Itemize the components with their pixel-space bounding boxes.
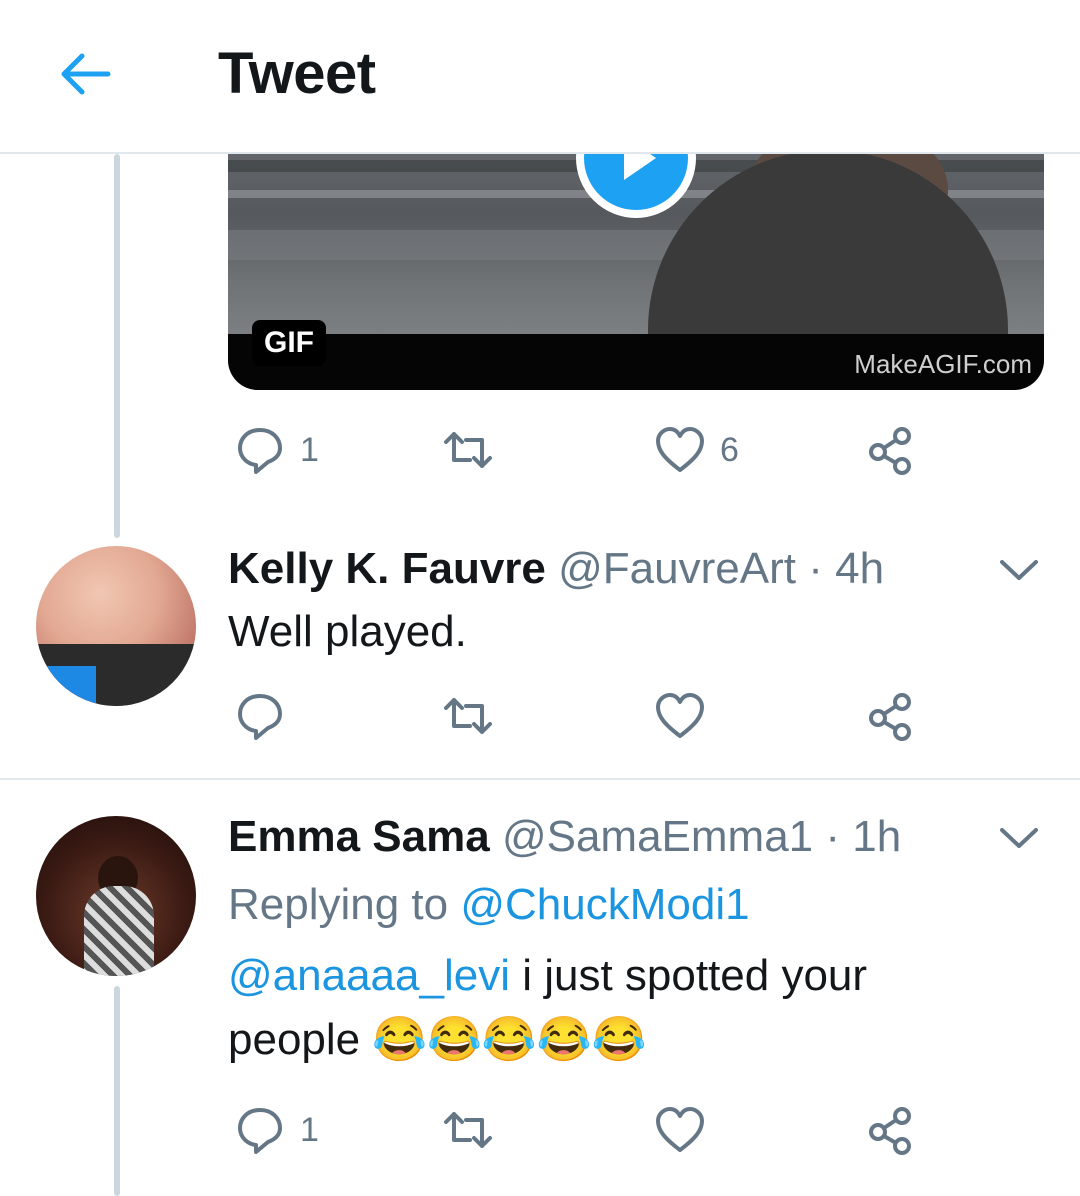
gif-watermark: MakeAGIF.com bbox=[854, 349, 1032, 379]
heart-icon bbox=[656, 693, 704, 738]
avatar[interactable] bbox=[36, 816, 196, 976]
retweet-button[interactable] bbox=[442, 1104, 494, 1156]
tweet-actions-1: 1 6 bbox=[228, 424, 948, 484]
tweet-text: @anaaaa_levi i just spotted your people … bbox=[228, 951, 868, 1064]
retweet-icon bbox=[444, 1112, 492, 1148]
reply-icon bbox=[238, 428, 282, 474]
display-name[interactable]: Emma Sama bbox=[228, 812, 490, 861]
username[interactable]: @FauvreArt bbox=[558, 544, 796, 593]
reply-count: 1 bbox=[300, 430, 319, 469]
reply-icon bbox=[238, 1108, 282, 1154]
like-button[interactable] bbox=[654, 690, 706, 742]
heart-icon bbox=[656, 427, 704, 472]
like-count: 6 bbox=[720, 430, 739, 469]
emoji-text: 😂😂😂😂😂 bbox=[372, 1015, 647, 1064]
replying-to-link[interactable]: @ChuckModi1 bbox=[460, 880, 749, 929]
timestamp[interactable]: 4h bbox=[835, 544, 884, 593]
retweet-button[interactable] bbox=[442, 424, 494, 476]
like-button[interactable]: 6 bbox=[654, 424, 739, 476]
mention-link[interactable]: @anaaaa_levi bbox=[228, 951, 510, 1000]
tweet-actions-2 bbox=[228, 690, 948, 750]
replying-to: Replying to @ChuckModi1 bbox=[228, 880, 750, 929]
retweet-button[interactable] bbox=[442, 690, 494, 742]
display-name[interactable]: Kelly K. Fauvre bbox=[228, 544, 546, 593]
tweet-header-1: Kelly K. Fauvre @FauvreArt · 4h bbox=[228, 544, 885, 593]
share-icon bbox=[869, 1107, 911, 1155]
reply-icon bbox=[238, 694, 282, 740]
retweet-icon bbox=[444, 698, 492, 734]
divider bbox=[0, 778, 1080, 780]
reply-count: 1 bbox=[300, 1110, 319, 1149]
share-button[interactable] bbox=[864, 424, 916, 476]
avatar[interactable] bbox=[36, 546, 196, 706]
heart-icon bbox=[656, 1107, 704, 1152]
share-icon bbox=[869, 693, 911, 741]
timestamp[interactable]: 1h bbox=[852, 812, 901, 861]
gif-badge: GIF bbox=[252, 320, 326, 366]
share-button[interactable] bbox=[864, 1104, 916, 1156]
gif-media[interactable]: GIF MakeAGIF.com bbox=[228, 120, 1044, 390]
chevron-down-icon[interactable] bbox=[996, 822, 1042, 852]
share-button[interactable] bbox=[864, 690, 916, 742]
top-bar: Tweet bbox=[0, 0, 1080, 154]
like-button[interactable] bbox=[654, 1104, 706, 1156]
reply-button[interactable]: 1 bbox=[234, 1104, 319, 1156]
thread-line-bottom bbox=[114, 986, 120, 1196]
tweet-text: Well played. bbox=[228, 607, 467, 656]
reply-button[interactable]: 1 bbox=[234, 424, 319, 476]
page-title: Tweet bbox=[218, 41, 376, 106]
retweet-icon bbox=[444, 432, 492, 468]
reply-button[interactable] bbox=[234, 690, 286, 742]
chevron-down-icon[interactable] bbox=[996, 554, 1042, 584]
tweet-header-2: Emma Sama @SamaEmma1 · 1h bbox=[228, 812, 902, 861]
back-arrow-icon[interactable] bbox=[56, 50, 112, 98]
thread-line-top bbox=[114, 154, 120, 538]
username[interactable]: @SamaEmma1 bbox=[502, 812, 813, 861]
tweet-actions-3: 1 bbox=[228, 1104, 948, 1164]
share-icon bbox=[869, 427, 911, 475]
